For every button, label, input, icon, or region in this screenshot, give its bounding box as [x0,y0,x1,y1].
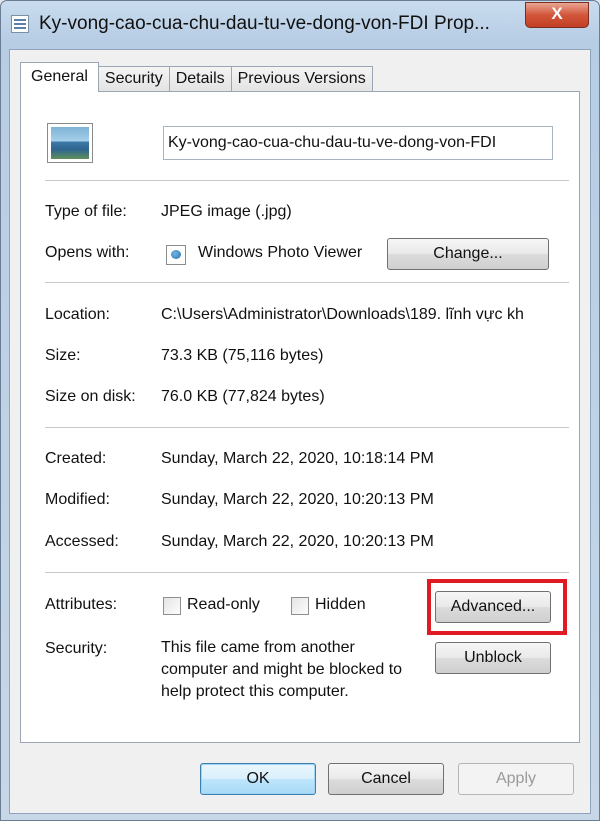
title-bar[interactable]: Ky-vong-cao-cua-chu-dau-tu-ve-dong-von-F… [1,1,599,49]
security-text-line2: computer and might be blocked to [161,661,403,678]
tab-previous-versions[interactable]: Previous Versions [230,66,373,92]
security-text-line3: help protect this computer. [161,683,349,700]
close-button[interactable]: X [525,2,589,28]
apply-button[interactable]: Apply [458,763,574,795]
size-on-disk-label: Size on disk: [45,388,136,405]
accessed-value: Sunday, March 22, 2020, 10:20:13 PM [161,533,434,550]
size-on-disk-value: 76.0 KB (77,824 bytes) [161,388,325,405]
readonly-checkbox[interactable] [163,597,181,615]
dialog-client-area: General Security Details Previous Versio… [9,49,591,814]
type-of-file-value: JPEG image (.jpg) [161,203,292,220]
created-label: Created: [45,450,107,467]
readonly-label[interactable]: Read-only [187,596,260,614]
opens-with-value: Windows Photo Viewer [198,244,363,261]
divider [45,282,569,283]
tab-general[interactable]: General [20,62,99,92]
size-label: Size: [45,347,81,364]
tab-security[interactable]: Security [97,66,170,92]
accessed-label: Accessed: [45,533,119,550]
hidden-checkbox[interactable] [291,597,309,615]
modified-value: Sunday, March 22, 2020, 10:20:13 PM [161,491,434,508]
change-button[interactable]: Change... [387,238,549,270]
highlight-annotation [427,579,567,635]
file-name-input[interactable] [163,126,553,160]
divider [45,180,569,181]
general-panel: Type of file: JPEG image (.jpg) Opens wi… [20,91,580,743]
ok-button[interactable]: OK [200,763,316,795]
attributes-label: Attributes: [45,596,118,613]
divider [45,572,569,573]
tab-details[interactable]: Details [168,66,232,92]
jpeg-image-icon [47,123,93,163]
hidden-label[interactable]: Hidden [315,596,366,614]
security-text-line1: This file came from another [161,639,355,656]
cancel-button[interactable]: Cancel [328,763,444,795]
created-value: Sunday, March 22, 2020, 10:18:14 PM [161,450,434,467]
type-of-file-label: Type of file: [45,203,127,220]
security-label: Security: [45,640,108,657]
location-value: C:\Users\Administrator\Downloads\189. lĩ… [161,306,524,323]
divider [45,427,569,428]
location-label: Location: [45,306,110,323]
unblock-button[interactable]: Unblock [435,642,551,674]
opens-with-label: Opens with: [45,244,130,261]
properties-dialog: Ky-vong-cao-cua-chu-dau-tu-ve-dong-von-F… [0,0,600,821]
modified-label: Modified: [45,491,110,508]
tab-strip: General Security Details Previous Versio… [20,62,373,92]
size-value: 73.3 KB (75,116 bytes) [161,347,324,364]
document-icon [11,15,29,33]
window-title: Ky-vong-cao-cua-chu-dau-tu-ve-dong-von-F… [39,13,490,34]
photo-viewer-icon [166,245,186,265]
